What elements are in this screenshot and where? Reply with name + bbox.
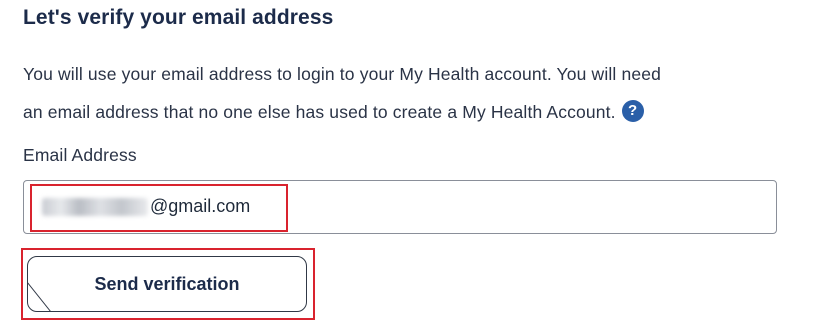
email-domain-text: @gmail.com <box>150 196 251 216</box>
page-title: Let's verify your email address <box>23 6 334 29</box>
question-mark-icon[interactable]: ? <box>621 100 644 122</box>
send-verification-button[interactable]: Send verification <box>27 256 307 312</box>
description-line-1: You will use your email address to login… <box>23 64 661 84</box>
email-field-value[interactable]: @gmail.com <box>42 196 250 217</box>
email-label: Email Address <box>23 145 137 165</box>
page-description: You will use your email address to login… <box>23 55 803 131</box>
redacted-email-prefix <box>42 197 148 216</box>
description-line-2: an email address that no one else has us… <box>23 93 803 131</box>
description-line-2-text: an email address that no one else has us… <box>23 102 616 122</box>
